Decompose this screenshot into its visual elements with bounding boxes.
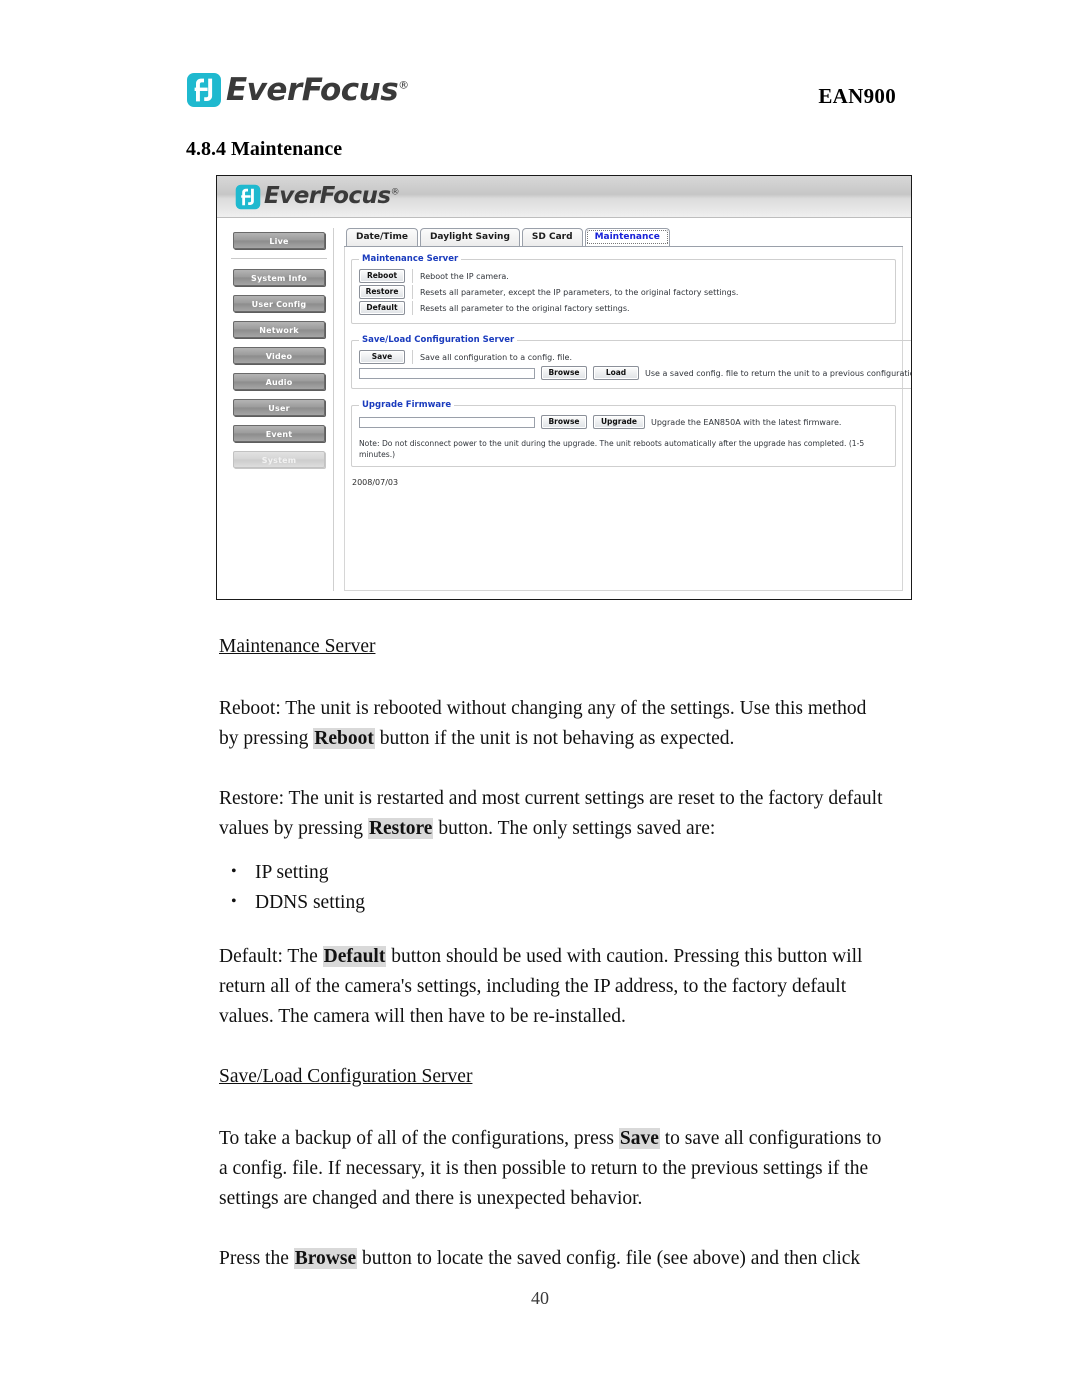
- page-header: EverFocus® EAN900: [186, 62, 896, 118]
- sidebar-item-system-info[interactable]: System Info: [233, 269, 325, 286]
- upgrade-note: Note: Do not disconnect power to the uni…: [359, 439, 865, 459]
- inline-bold-save: Save: [618, 1128, 660, 1149]
- sidebar-item-video[interactable]: Video: [233, 347, 325, 364]
- app-header: EverFocus®: [217, 176, 911, 218]
- everfocus-logo: EverFocus®: [186, 68, 409, 112]
- save-button[interactable]: Save: [359, 350, 405, 364]
- upgrade-description: Upgrade the EAN850A with the latest firm…: [651, 417, 842, 427]
- everfocus-logo-icon: [186, 72, 222, 108]
- restore-button[interactable]: Restore: [359, 285, 405, 299]
- subheading-save-load-configuration-server: Save/Load Configuration Server: [219, 1066, 473, 1087]
- app-body: Live System Info User Config Network Vid…: [217, 218, 911, 599]
- app-sidebar: Live System Info User Config Network Vid…: [225, 228, 333, 591]
- paragraph-default: Default: The Default button should be us…: [219, 946, 863, 1027]
- maintenance-row-reboot: Reboot Reboot the IP camera.: [359, 269, 888, 283]
- config-browse-button[interactable]: Browse: [541, 366, 587, 380]
- sidebar-item-network[interactable]: Network: [233, 321, 325, 338]
- maintenance-row-restore: Restore Resets all parameter, except the…: [359, 285, 888, 299]
- tab-sd-card[interactable]: SD Card: [521, 228, 583, 246]
- row-separator: [412, 269, 413, 283]
- content-panel: Maintenance Server Reboot Reboot the IP …: [344, 247, 911, 591]
- list-item: DDNS setting: [219, 887, 884, 918]
- list-item: IP setting: [219, 857, 884, 888]
- sidebar-item-audio[interactable]: Audio: [233, 373, 325, 390]
- load-row: Browse Load Use a saved config. file to …: [359, 366, 912, 380]
- tabstrip: Date/Time Daylight Saving SD Card Mainte…: [344, 228, 903, 247]
- sidebar-divider: [231, 258, 327, 259]
- sidebar-item-event[interactable]: Event: [233, 425, 325, 442]
- maintenance-server-group: Maintenance Server Reboot Reboot the IP …: [351, 254, 896, 324]
- registered-mark-icon: ®: [398, 78, 409, 92]
- upgrade-row: Browse Upgrade Upgrade the EAN850A with …: [359, 415, 888, 429]
- inline-bold-restore: Restore: [367, 818, 434, 839]
- subheading-maintenance-server: Maintenance Server: [219, 636, 376, 657]
- firmware-upgrade-button[interactable]: Upgrade: [593, 415, 645, 429]
- sidebar-item-live[interactable]: Live: [233, 232, 325, 249]
- save-load-configuration-group: Save/Load Configuration Server Save Save…: [351, 335, 912, 389]
- save-description: Save all configuration to a config. file…: [420, 352, 572, 362]
- load-description: Use a saved config. file to return the u…: [645, 368, 912, 378]
- inline-bold-default: Default: [322, 946, 387, 967]
- app-everfocus-wordmark: EverFocus®: [264, 183, 400, 209]
- firmware-file-input[interactable]: [359, 416, 535, 428]
- everfocus-wordmark: EverFocus®: [226, 71, 409, 108]
- row-separator: [412, 285, 413, 299]
- save-load-legend: Save/Load Configuration Server: [362, 335, 515, 345]
- maintenance-row-default: Default Resets all parameter to the orig…: [359, 301, 888, 315]
- paragraph-reboot: Reboot: The unit is rebooted without cha…: [219, 698, 867, 749]
- sidebar-item-user[interactable]: User: [233, 399, 325, 416]
- config-file-input[interactable]: [359, 367, 535, 379]
- config-load-button[interactable]: Load: [593, 366, 639, 380]
- restore-description: Resets all parameter, except the IP para…: [420, 287, 739, 297]
- inline-bold-reboot: Reboot: [313, 728, 375, 749]
- paragraph-browse: Press the Browse button to locate the sa…: [219, 1248, 861, 1269]
- app-registered-mark-icon: ®: [390, 187, 400, 198]
- page-number: 40: [531, 1288, 549, 1308]
- model-identifier: EAN900: [818, 84, 896, 108]
- sidebar-item-user-config[interactable]: User Config: [233, 295, 325, 312]
- paragraph-backup: To take a backup of all of the configura…: [219, 1128, 882, 1209]
- saved-settings-list: IP setting DDNS setting: [219, 857, 884, 918]
- app-everfocus-logo-icon: [235, 184, 261, 210]
- paragraph-restore: Restore: The unit is restarted and most …: [219, 788, 883, 839]
- ui-screenshot-figure: EverFocus® Live System Info User Config …: [216, 175, 912, 600]
- app-main: Date/Time Daylight Saving SD Card Mainte…: [333, 228, 911, 591]
- document-body: Maintenance Server Reboot: The unit is r…: [219, 632, 884, 1304]
- upgrade-firmware-legend: Upgrade Firmware: [362, 400, 452, 410]
- inline-bold-browse: Browse: [293, 1248, 358, 1269]
- reboot-button[interactable]: Reboot: [359, 269, 405, 283]
- reboot-description: Reboot the IP camera.: [420, 271, 509, 281]
- default-description: Resets all parameter to the original fac…: [420, 303, 630, 313]
- upgrade-firmware-group: Upgrade Firmware Browse Upgrade Upgrade …: [351, 400, 896, 467]
- row-separator: [412, 350, 413, 364]
- maintenance-server-legend: Maintenance Server: [362, 254, 459, 264]
- tab-daylight-saving[interactable]: Daylight Saving: [419, 228, 520, 246]
- default-button[interactable]: Default: [359, 301, 405, 315]
- sidebar-item-system[interactable]: System: [233, 451, 325, 468]
- tab-date-time[interactable]: Date/Time: [346, 228, 418, 246]
- firmware-browse-button[interactable]: Browse: [541, 415, 587, 429]
- row-separator: [412, 301, 413, 315]
- section-heading: 4.8.4 Maintenance: [186, 138, 343, 160]
- firmware-date-stamp: 2008/07/03: [352, 478, 399, 487]
- save-row: Save Save all configuration to a config.…: [359, 350, 911, 364]
- tab-maintenance[interactable]: Maintenance: [584, 228, 670, 246]
